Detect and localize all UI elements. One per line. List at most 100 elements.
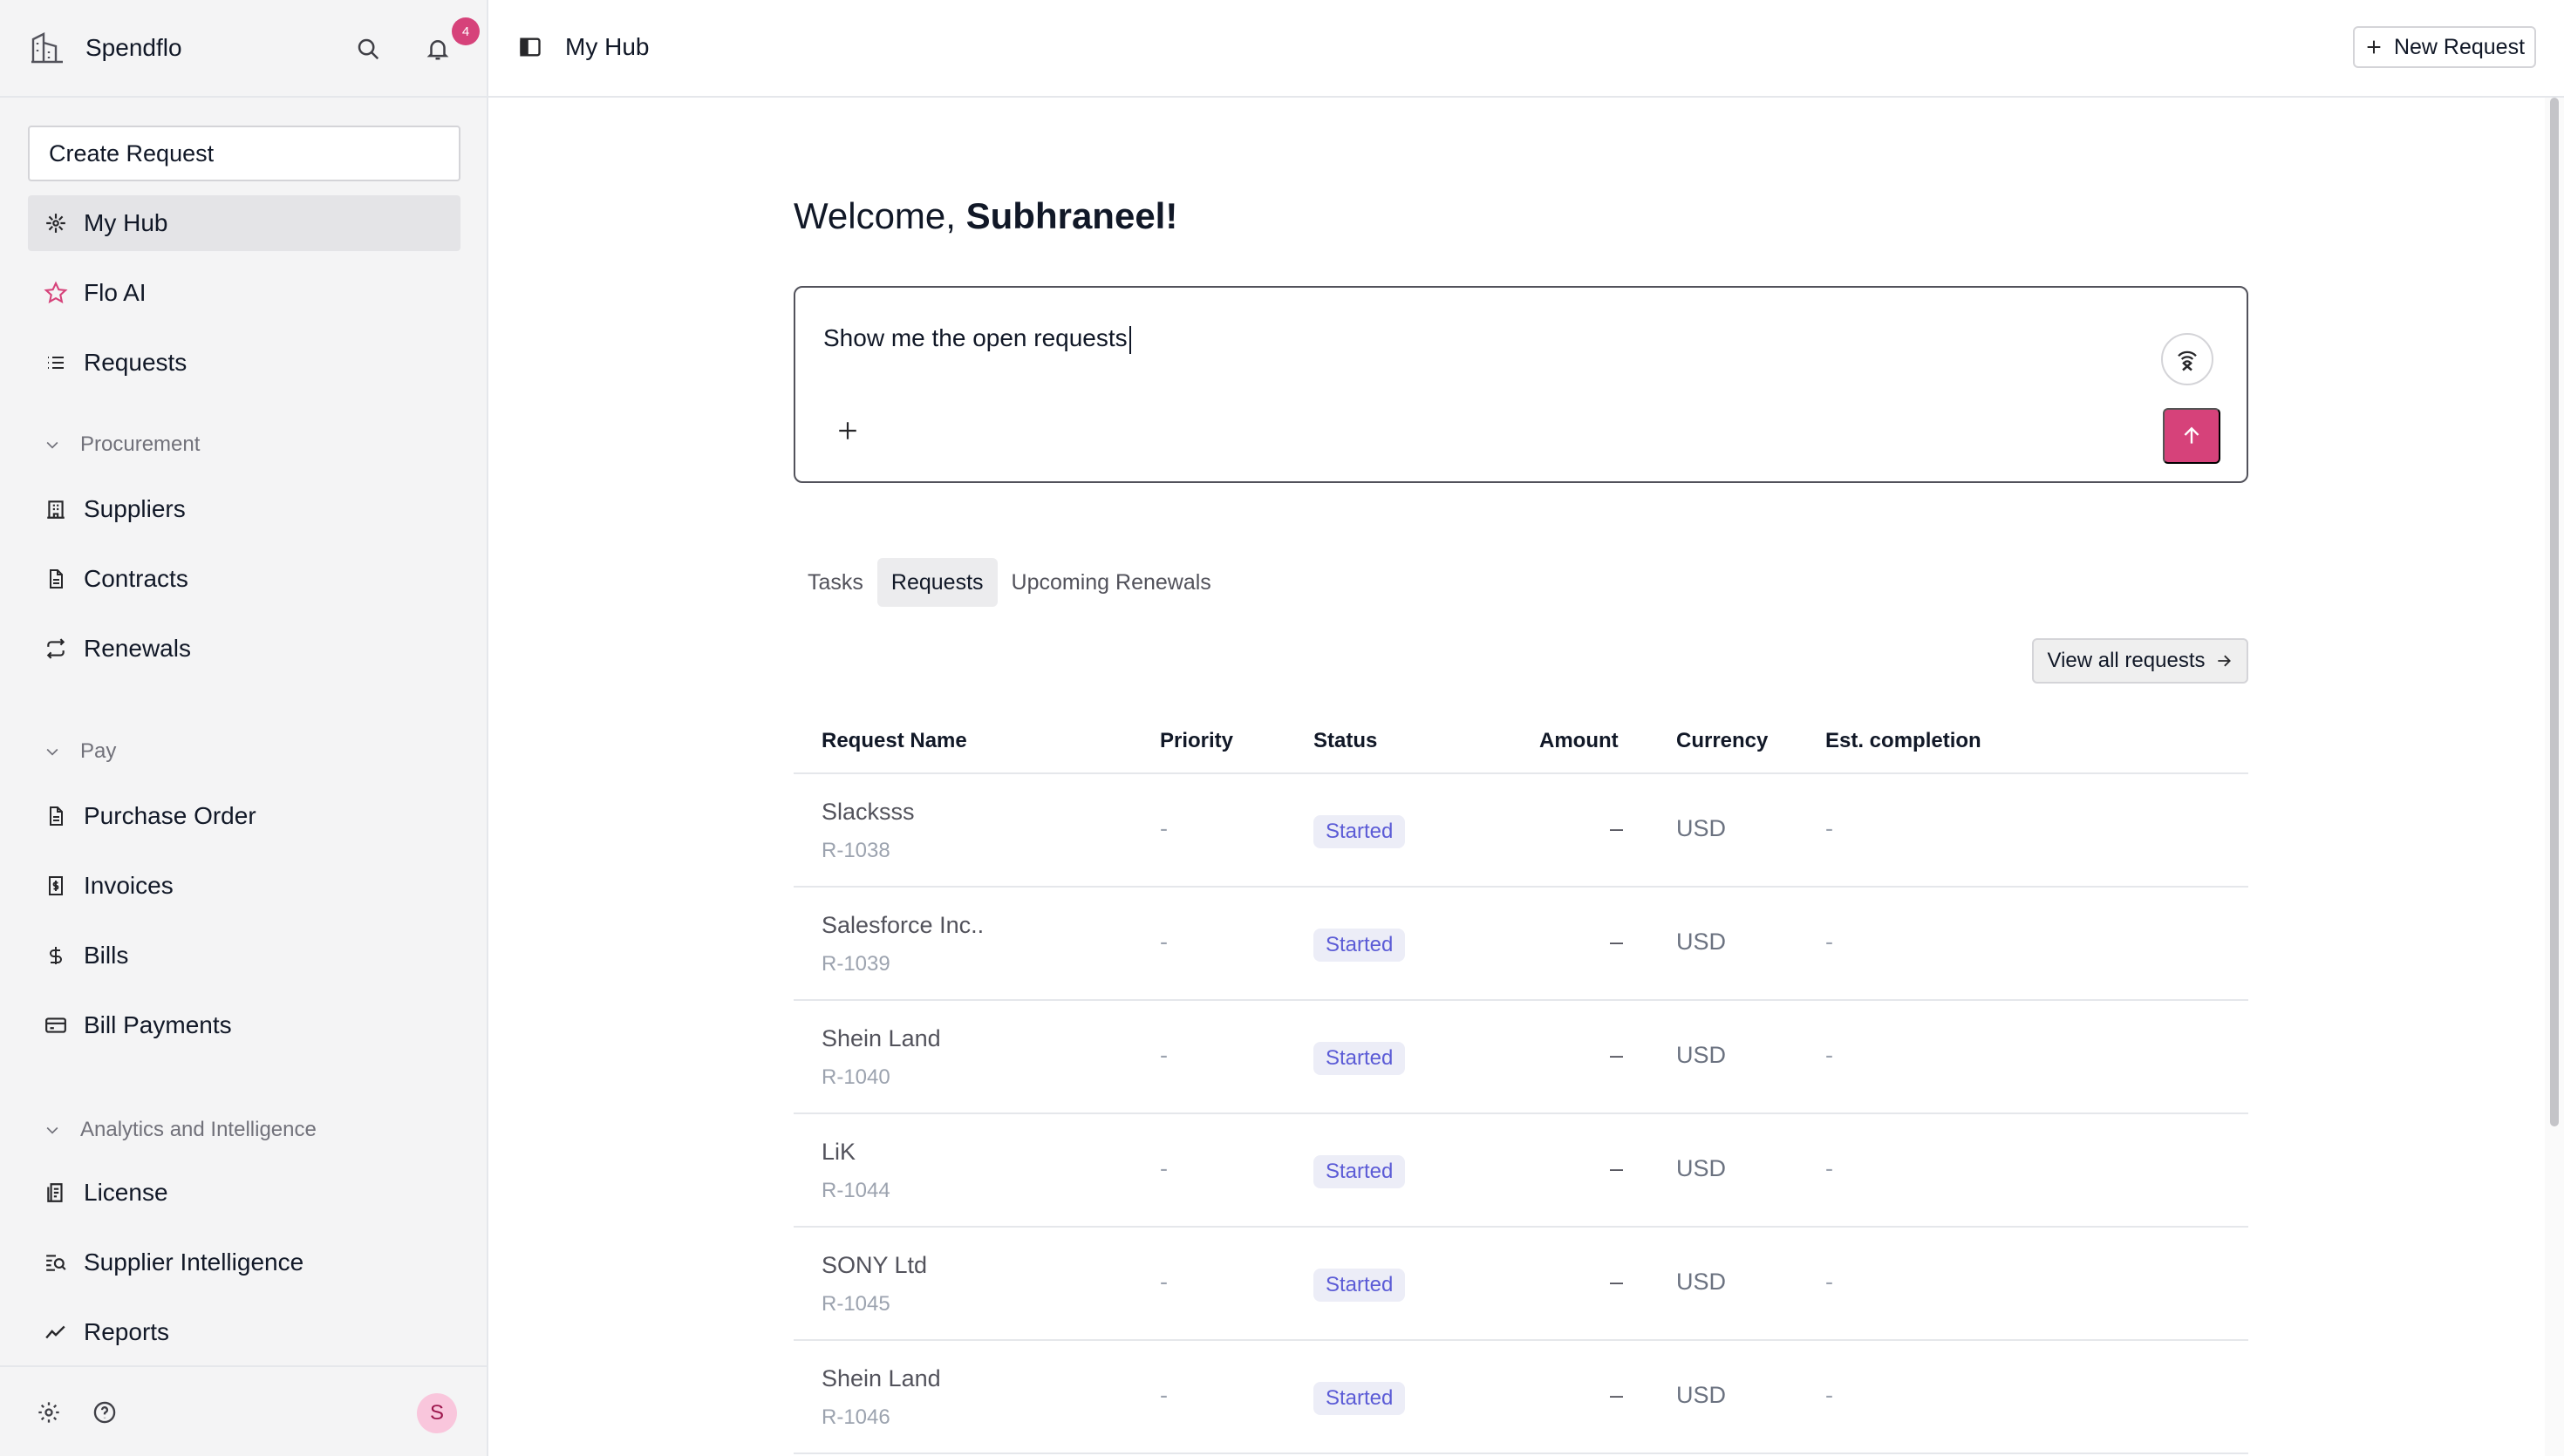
sidebar-item-bills[interactable]: Bills xyxy=(28,928,460,983)
amount-value: – xyxy=(1610,1042,1624,1068)
tab-upcoming-renewals[interactable]: Upcoming Renewals xyxy=(998,558,1225,607)
request-id: R-1044 xyxy=(822,1179,890,1202)
top-bar: My Hub New Request xyxy=(488,0,2564,98)
gear-icon[interactable] xyxy=(33,1397,65,1428)
card-icon xyxy=(44,1013,68,1038)
request-id: R-1040 xyxy=(822,1065,890,1089)
request-name[interactable]: SONY Ltd xyxy=(822,1252,927,1279)
sidebar-item-label: Supplier Intelligence xyxy=(84,1248,304,1276)
mic-off-icon[interactable] xyxy=(2161,333,2213,385)
create-request-button[interactable]: Create Request xyxy=(28,126,460,181)
column-header-amount[interactable]: Amount xyxy=(1539,729,1619,753)
sidebar: Spendflo 4 Create Request My Hub Flo AI … xyxy=(0,0,488,1456)
table-row[interactable]: Shein Land R-1046 - – USD - Started xyxy=(794,1341,2248,1454)
prompt-input[interactable]: Show me the open requests xyxy=(823,324,1131,354)
table-row[interactable]: LiK R-1044 - – USD - Started xyxy=(794,1114,2248,1228)
search-icon[interactable] xyxy=(351,31,385,66)
sidebar-item-flo-ai[interactable]: Flo AI xyxy=(28,265,460,321)
currency-value: USD xyxy=(1676,1155,1727,1181)
currency-value: USD xyxy=(1676,1269,1727,1295)
sidebar-item-reports[interactable]: Reports xyxy=(28,1304,460,1360)
column-header-currency[interactable]: Currency xyxy=(1676,729,1768,753)
sidebar-item-purchase-order[interactable]: Purchase Order xyxy=(28,788,460,844)
chevron-down-icon xyxy=(42,434,63,455)
status-badge: Started xyxy=(1313,929,1406,962)
request-name[interactable]: LiK xyxy=(822,1139,856,1166)
sidebar-item-bill-payments[interactable]: Bill Payments xyxy=(28,997,460,1053)
tab-requests[interactable]: Requests xyxy=(876,558,998,607)
priority-value: - xyxy=(1160,929,1168,955)
section-pay[interactable]: Pay xyxy=(42,734,116,769)
sidebar-item-invoices[interactable]: Invoices xyxy=(28,858,460,914)
sidebar-item-label: Renewals xyxy=(84,635,191,662)
sidebar-item-my-hub[interactable]: My Hub xyxy=(28,195,460,251)
bell-icon[interactable] xyxy=(420,31,455,66)
welcome-prefix: Welcome, xyxy=(794,195,966,236)
chevron-down-icon xyxy=(42,741,63,762)
request-name[interactable]: Slacksss xyxy=(822,799,915,826)
column-header-est-completion[interactable]: Est. completion xyxy=(1825,729,1981,753)
request-name[interactable]: Shein Land xyxy=(822,1025,941,1052)
sidebar-item-contracts[interactable]: Contracts xyxy=(28,551,460,607)
section-analytics[interactable]: Analytics and Intelligence xyxy=(42,1112,317,1147)
sidebar-item-label: Requests xyxy=(84,349,188,376)
section-label: Analytics and Intelligence xyxy=(80,1118,317,1141)
help-icon[interactable] xyxy=(89,1397,120,1428)
amount-value: – xyxy=(1610,1269,1624,1295)
sidebar-item-renewals[interactable]: Renewals xyxy=(28,621,460,677)
request-name[interactable]: Salesforce Inc.. xyxy=(822,912,984,939)
sidebar-item-supplier-intelligence[interactable]: Supplier Intelligence xyxy=(28,1235,460,1290)
attach-plus-icon[interactable] xyxy=(834,417,862,445)
sidebar-toggle-icon[interactable] xyxy=(515,31,546,63)
request-name[interactable]: Shein Land xyxy=(822,1365,941,1392)
brand-name: Spendflo xyxy=(85,34,182,61)
page-title: My Hub xyxy=(565,33,650,60)
table-row[interactable]: Salesforce Inc.. R-1039 - – USD - Started xyxy=(794,888,2248,1001)
sidebar-item-license[interactable]: License xyxy=(28,1165,460,1221)
priority-value: - xyxy=(1160,1382,1168,1408)
currency-value: USD xyxy=(1676,815,1727,841)
column-header-status[interactable]: Status xyxy=(1313,729,1377,753)
sidebar-item-label: Bill Payments xyxy=(84,1011,232,1038)
est-completion-value: - xyxy=(1825,929,1833,955)
arrow-up-icon xyxy=(2180,425,2203,447)
sidebar-item-label: Bills xyxy=(84,942,129,969)
document-icon xyxy=(44,804,68,828)
column-header-request-name[interactable]: Request Name xyxy=(822,729,967,753)
sidebar-item-label: Purchase Order xyxy=(84,802,256,829)
new-request-button[interactable]: New Request xyxy=(2353,26,2536,68)
requests-table: Request Name Priority Status Amount Curr… xyxy=(794,715,2248,1454)
request-id: R-1046 xyxy=(822,1405,890,1429)
sidebar-item-requests[interactable]: Requests xyxy=(28,335,460,391)
est-completion-value: - xyxy=(1825,1155,1833,1181)
view-all-requests-button[interactable]: View all requests xyxy=(2032,638,2248,684)
table-row[interactable]: SONY Ltd R-1045 - – USD - Started xyxy=(794,1228,2248,1341)
tab-tasks[interactable]: Tasks xyxy=(794,558,877,607)
status-badge: Started xyxy=(1313,1269,1406,1302)
sidebar-item-label: My Hub xyxy=(84,209,168,236)
sidebar-item-suppliers[interactable]: Suppliers xyxy=(28,481,460,537)
welcome-name: Subhraneel! xyxy=(965,195,1178,236)
priority-value: - xyxy=(1160,1042,1168,1068)
table-header: Request Name Priority Status Amount Curr… xyxy=(794,715,2248,774)
request-id: R-1039 xyxy=(822,952,890,976)
section-procurement[interactable]: Procurement xyxy=(42,427,200,462)
sidebar-item-label: License xyxy=(84,1179,168,1206)
notification-badge: 4 xyxy=(452,17,480,45)
est-completion-value: - xyxy=(1825,1042,1833,1068)
status-badge: Started xyxy=(1313,1382,1406,1415)
view-all-label: View all requests xyxy=(2047,649,2206,672)
scrollbar-thumb[interactable] xyxy=(2550,98,2559,1126)
table-row[interactable]: Shein Land R-1040 - – USD - Started xyxy=(794,1001,2248,1114)
priority-value: - xyxy=(1160,1269,1168,1295)
ai-prompt-box[interactable]: Show me the open requests xyxy=(794,286,2248,483)
avatar[interactable]: S xyxy=(417,1393,457,1433)
est-completion-value: - xyxy=(1825,1269,1833,1295)
send-button[interactable] xyxy=(2163,408,2220,464)
column-header-priority[interactable]: Priority xyxy=(1160,729,1233,753)
table-row[interactable]: Slacksss R-1038 - – USD - Started xyxy=(794,774,2248,888)
document-icon xyxy=(44,567,68,591)
star-icon xyxy=(44,281,68,305)
sidebar-item-label: Contracts xyxy=(84,565,188,592)
currency-value: USD xyxy=(1676,1042,1727,1068)
